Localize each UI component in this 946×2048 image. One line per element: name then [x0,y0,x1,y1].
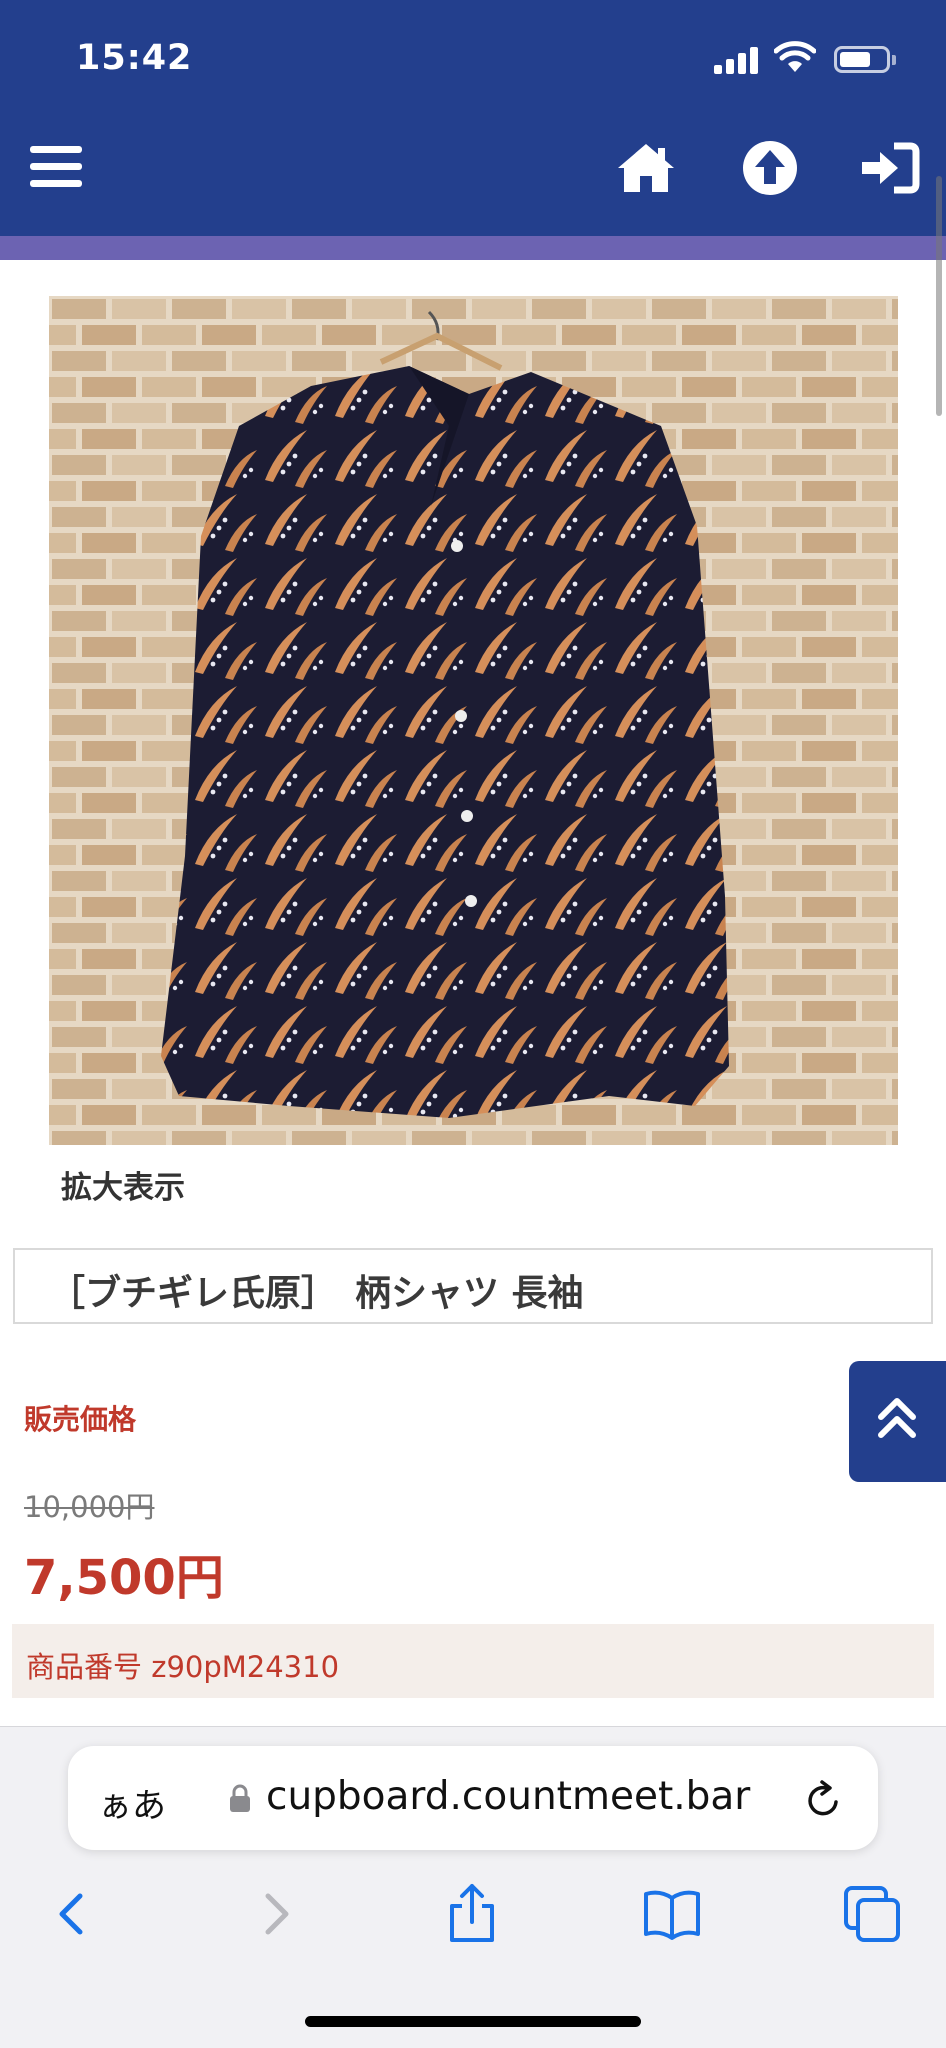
cellular-signal-icon [714,46,758,74]
product-title-box: ［ブチギレ氏原］ 柄シャツ 長袖 [13,1248,933,1324]
header-accent-bar [0,236,946,260]
share-icon[interactable] [440,1882,504,1946]
back-icon[interactable] [40,1882,104,1946]
home-icon[interactable] [616,140,676,196]
bookmarks-icon[interactable] [640,1882,704,1946]
zoom-link[interactable]: 拡大表示 [61,1162,185,1207]
price-label: 販売価格 [24,1403,137,1436]
product-title: ［ブチギレ氏原］ 柄シャツ 長袖 [49,1273,584,1314]
url-text[interactable]: cupboard.countmeet.bar [266,1774,750,1819]
status-icons [696,40,946,80]
text-size-button[interactable]: ぁあ [98,1778,166,1827]
product-code: 商品番号 z90pM24310 [26,1650,340,1684]
product-code-box: 商品番号 z90pM24310 [12,1624,934,1698]
double-chevron-up-icon [878,1398,916,1438]
site-header: 15:42 [0,0,946,236]
arrow-up-circle-icon[interactable] [740,140,800,196]
lock-icon [230,1784,250,1812]
battery-icon [834,46,890,73]
original-price: 10,000円 [24,1490,155,1524]
hamburger-icon[interactable] [30,146,82,188]
sign-in-icon[interactable] [860,140,920,196]
product-image[interactable] [49,296,898,1145]
back-to-top-button[interactable] [849,1361,946,1482]
product-photo [49,296,898,1145]
tabs-icon[interactable] [840,1882,904,1946]
sale-price: 7,500円 [24,1550,224,1606]
reload-icon[interactable] [802,1778,846,1822]
address-bar[interactable]: ぁあ cupboard.countmeet.bar [68,1746,878,1850]
wifi-icon [774,41,816,72]
scrollbar[interactable] [936,176,942,416]
status-time: 15:42 [76,38,193,78]
forward-icon[interactable] [244,1882,308,1946]
home-indicator [305,2016,641,2027]
